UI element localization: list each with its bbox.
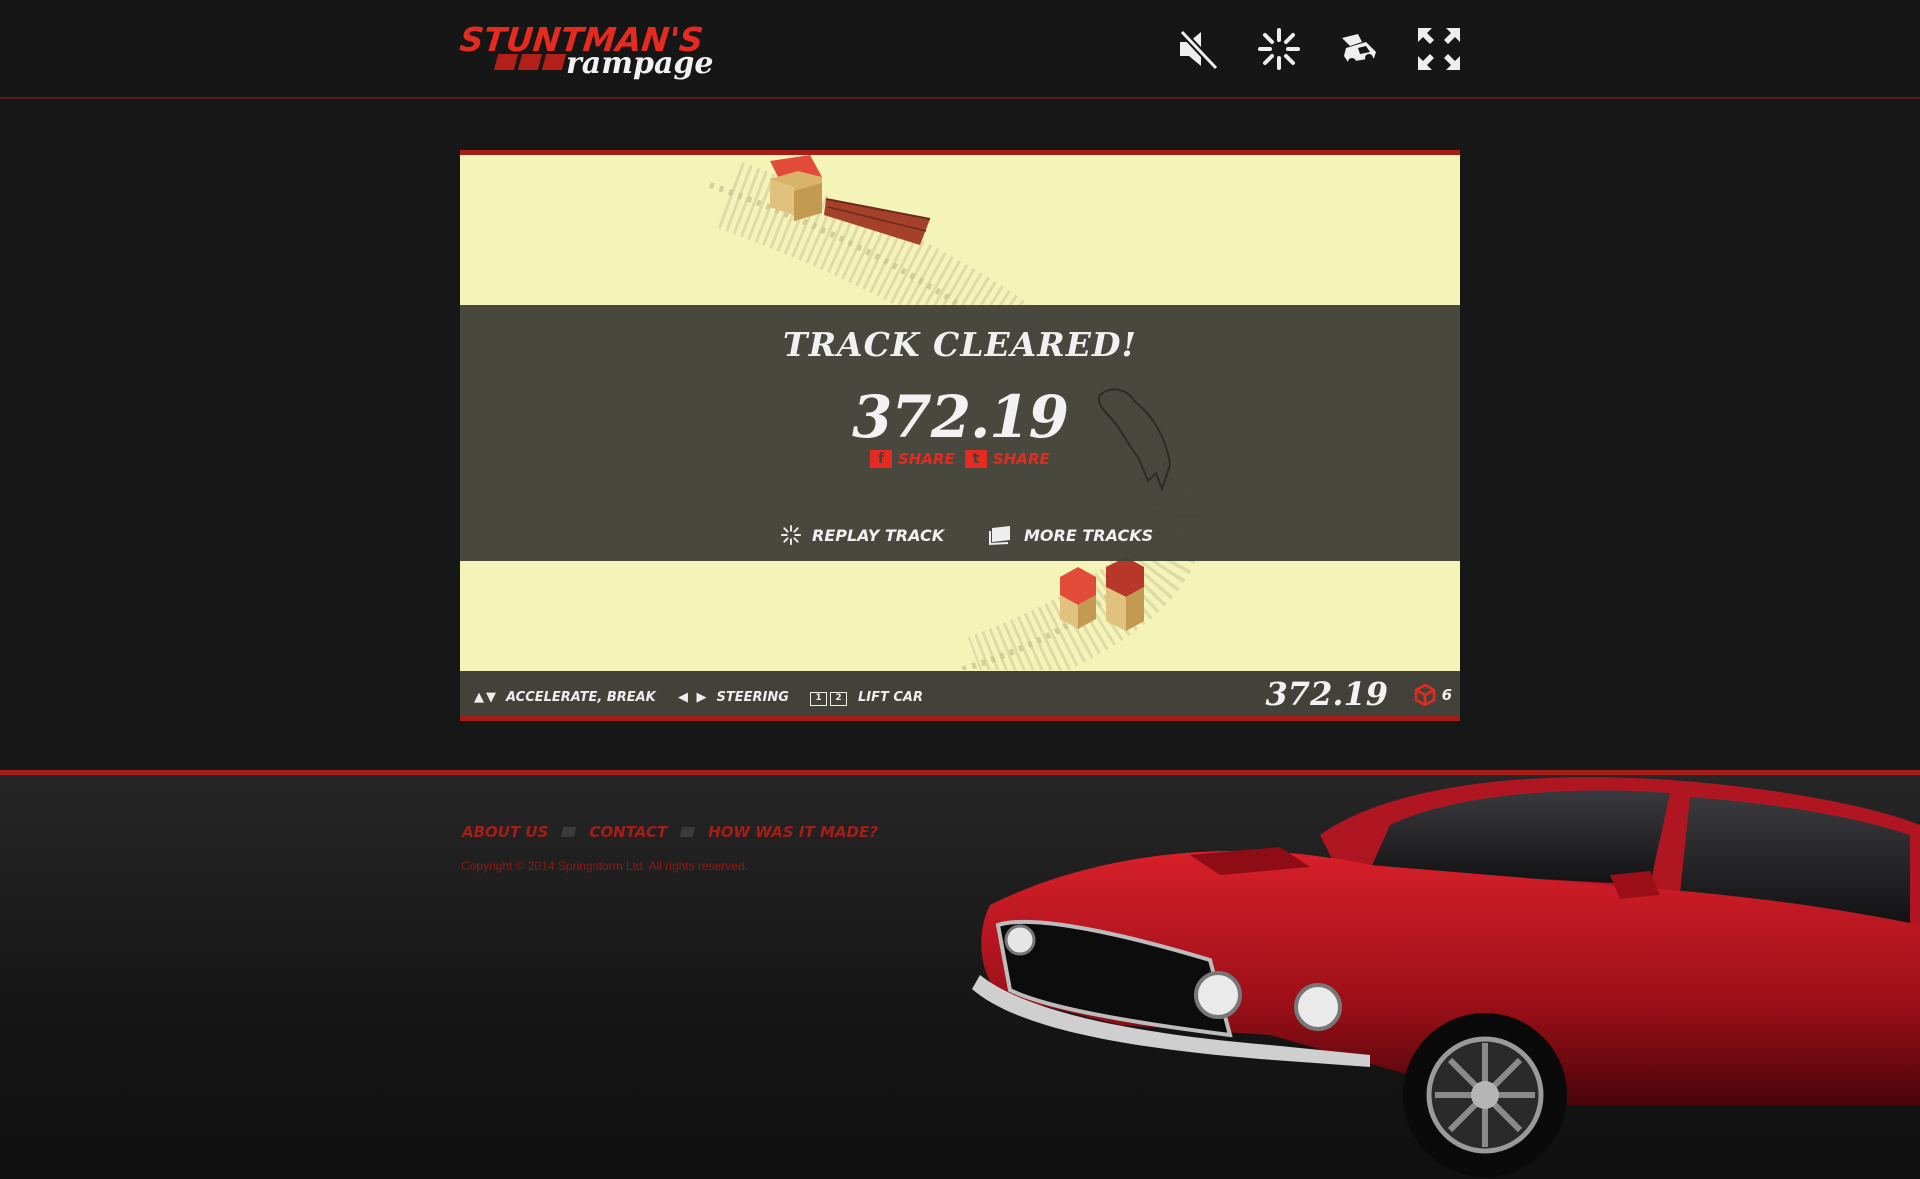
- facebook-share-button[interactable]: f SHARE: [870, 449, 955, 469]
- tracks-icon: [989, 526, 1010, 546]
- lift-car-label: LIFT CAR: [858, 689, 924, 705]
- contact-link[interactable]: CONTACT: [589, 823, 667, 841]
- control-accelerate: ▲▼ ACCELERATE, BREAK: [474, 687, 656, 707]
- key-1: 1: [810, 691, 827, 706]
- logo-blocks: [493, 54, 568, 75]
- steering-label: STEERING: [716, 689, 789, 705]
- replay-track-button[interactable]: REPLAY TRACK: [780, 523, 944, 547]
- logo-subtitle: rampage: [566, 46, 714, 81]
- how-was-it-made-link[interactable]: HOW WAS IT MADE?: [708, 823, 878, 841]
- control-lift: 12 LIFT CAR: [810, 687, 923, 707]
- facebook-icon: f: [870, 450, 892, 468]
- game-viewport[interactable]: TRACK CLEARED! 372.19 f SHARE t SHARE RE…: [460, 150, 1460, 721]
- lift-car-icon: [1342, 34, 1376, 66]
- up-down-arrows-icon: ▲▼: [474, 689, 498, 705]
- fullscreen-icon: [1418, 28, 1460, 70]
- header: STUNTMAN'S rampage: [0, 0, 1920, 99]
- mute-button[interactable]: [1176, 26, 1222, 72]
- box-icon: [1414, 683, 1435, 707]
- twitter-share-button[interactable]: t SHARE: [965, 449, 1050, 469]
- boxes-count: 6: [1441, 686, 1452, 704]
- copyright: Copyright © 2014 Springstorm Ltd. All ri…: [461, 859, 748, 873]
- fullscreen-button[interactable]: [1416, 26, 1462, 72]
- mute-icon: [1179, 29, 1219, 71]
- track-cleared-overlay: TRACK CLEARED! 372.19 f SHARE t SHARE RE…: [460, 305, 1460, 561]
- final-score: 372.19: [852, 383, 1069, 451]
- boxes-counter: 6: [1414, 683, 1452, 707]
- facebook-share-label: SHARE: [898, 450, 955, 468]
- footer-links: ABOUT US CONTACT HOW WAS IT MADE?: [462, 823, 878, 841]
- twitter-icon: t: [965, 450, 987, 468]
- twitter-share-label: SHARE: [993, 450, 1050, 468]
- more-tracks-label: MORE TRACKS: [1024, 525, 1154, 545]
- lift-car-button[interactable]: [1336, 26, 1382, 72]
- replay-track-label: REPLAY TRACK: [812, 525, 945, 545]
- accelerate-label: ACCELERATE, BREAK: [506, 689, 656, 705]
- link-separator: [680, 827, 696, 837]
- footer: ABOUT US CONTACT HOW WAS IT MADE? Copyri…: [0, 770, 1920, 1179]
- logo[interactable]: STUNTMAN'S rampage: [458, 20, 714, 82]
- link-separator: [561, 827, 577, 837]
- control-steering: ◀ ▶ STEERING: [678, 687, 789, 707]
- keys-icon: 12: [810, 689, 850, 706]
- more-tracks-button[interactable]: MORE TRACKS: [988, 523, 1153, 547]
- red-muscle-car: [972, 777, 1920, 1177]
- key-2: 2: [830, 691, 847, 706]
- left-right-arrows-icon: ◀ ▶: [678, 689, 709, 705]
- restart-button[interactable]: [1256, 26, 1302, 72]
- hud-score: 372.19: [1265, 675, 1388, 713]
- restart-icon: [1258, 28, 1300, 70]
- page: STUNTMAN'S rampage TRACK CLEARED! 372.19…: [0, 0, 1920, 1179]
- replay-icon: [780, 524, 802, 546]
- hud-bar: ▲▼ ACCELERATE, BREAK ◀ ▶ STEERING 12 LIF…: [460, 671, 1460, 716]
- track-cleared-title: TRACK CLEARED!: [783, 325, 1137, 364]
- about-us-link[interactable]: ABOUT US: [462, 823, 548, 841]
